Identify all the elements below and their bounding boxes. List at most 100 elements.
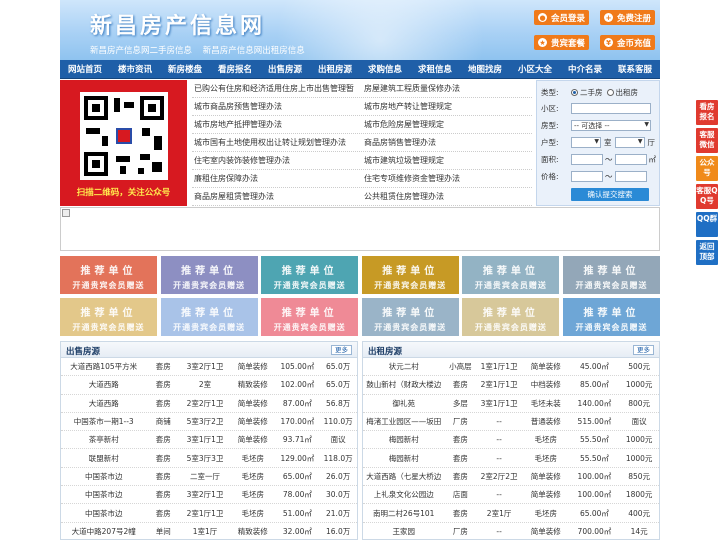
side-button[interactable]: QQ群 (696, 212, 718, 237)
rent-cell[interactable]: 王家园 (363, 526, 444, 537)
regulation-link[interactable]: 住宅室内装饰装修管理办法 (192, 155, 362, 166)
recommend-tile[interactable]: 推荐单位 开通贵宾会员赠送 (361, 298, 459, 336)
nav-for-sale[interactable]: 出售房源 (260, 63, 310, 75)
recommend-tile[interactable]: 推荐单位 开通贵宾会员赠送 (261, 256, 359, 294)
rent-more-button[interactable]: 更多 (633, 345, 654, 355)
rent-cell[interactable]: 上礼泉文化公园边 (363, 489, 444, 500)
login-button[interactable]: ● 会员登录 (534, 10, 589, 25)
rent-listing-row[interactable]: 大道西路（七星大桥边 套房 2室2厅2卫 简单装修 100.00㎡ 850元 (363, 468, 659, 487)
recommend-tile[interactable]: 推荐单位 开通贵宾会员赠送 (563, 256, 660, 294)
sale-cell[interactable]: 大道西路 (61, 379, 146, 390)
register-button[interactable]: + 免费注册 (600, 10, 655, 25)
rent-listing-row[interactable]: 鼓山新村（财政大楼边 套房 2室1厅1卫 中档装修 85.00㎡ 1000元 (363, 376, 659, 395)
rent-listing-row[interactable]: 御礼苑 多层 3室1厅1卫 毛坯未装 140.00㎡ 800元 (363, 395, 659, 413)
rent-listing-row[interactable]: 梅渚工业园区——坂田 厂房 -- 普通装修 515.00㎡ 面议 (363, 413, 659, 432)
sale-listing-row[interactable]: 中国茶市边 套房 3室2厅1卫 毛坯房 78.00㎡ 30.0万 (61, 486, 357, 505)
nav-viewing-signup[interactable]: 看房报名 (210, 63, 260, 75)
regulation-link[interactable]: 城市国有土地使用权出让转让规划管理办法 (192, 137, 362, 148)
ad-banner[interactable] (60, 207, 660, 251)
sale-listing-row[interactable]: 大道西路 套房 2室2厅1卫 简单装修 87.00㎡ 56.8万 (61, 395, 357, 413)
recommend-tile[interactable]: 推荐单位 开通贵宾会员赠送 (361, 256, 459, 294)
nav-contact[interactable]: 联系客服 (610, 63, 660, 75)
side-button[interactable]: 返回顶部 (696, 240, 718, 265)
sale-cell[interactable]: 中国茶市边 (61, 471, 146, 482)
recommend-tile[interactable]: 推荐单位 开通贵宾会员赠送 (60, 298, 157, 336)
regulation-link[interactable]: 商品房屋租赁管理办法 (192, 191, 362, 202)
nav-new-homes[interactable]: 新房楼盘 (160, 63, 210, 75)
rent-cell[interactable]: 状元二村 (363, 361, 444, 372)
recommend-tile[interactable]: 推荐单位 开通贵宾会员赠送 (60, 256, 157, 294)
header-link-rent[interactable]: 新昌房产信息网出租房信息 (203, 46, 305, 56)
sale-cell[interactable]: 茶亭新村 (61, 434, 146, 445)
nav-agents[interactable]: 中介名录 (560, 63, 610, 75)
sale-cell[interactable]: 中国茶市一期1--3 (61, 416, 146, 427)
regulation-link[interactable]: 公共租赁住房管理办法 (362, 191, 532, 202)
area-min-input[interactable] (571, 153, 603, 165)
sale-cell[interactable]: 大道西路105平方米 (61, 361, 146, 372)
regulation-link[interactable]: 城市房地产抵押管理办法 (192, 119, 362, 130)
rent-listing-row[interactable]: 王家园 厂房 -- 简单装修 700.00㎡ 14元 (363, 523, 659, 539)
search-submit-button[interactable]: 确认提交搜索 (571, 188, 649, 201)
regulation-link[interactable]: 已购公有住房和经济适用住房上市出售管理暂 (192, 83, 362, 94)
rent-listing-row[interactable]: 上礼泉文化公园边 店面 -- 简单装修 100.00㎡ 1800元 (363, 486, 659, 505)
radio-rental[interactable]: 出租房 (606, 87, 638, 98)
recommend-tile[interactable]: 推荐单位 开通贵宾会员赠送 (462, 298, 560, 336)
nav-news[interactable]: 楼市资讯 (110, 63, 160, 75)
rent-listing-row[interactable]: 状元二村 小高层 1室1厅1卫 简单装修 45.00㎡ 500元 (363, 358, 659, 377)
sale-listing-row[interactable]: 中国茶市边 套房 2室1厅1卫 毛坯房 51.00㎡ 21.0万 (61, 504, 357, 523)
regulation-link[interactable]: 城市房地产转让管理规定 (362, 101, 532, 112)
regulation-link[interactable]: 廉租住房保障办法 (192, 173, 362, 184)
rent-listing-row[interactable]: 梅园新村 套房 -- 毛坯房 55.50㎡ 1000元 (363, 449, 659, 468)
rent-cell[interactable]: 鼓山新村（财政大楼边 (363, 379, 444, 390)
recommend-tile[interactable]: 推荐单位 开通贵宾会员赠送 (261, 298, 359, 336)
rent-cell[interactable]: 梅渚工业园区——坂田 (363, 416, 444, 427)
sale-cell[interactable]: 大道西路 (61, 398, 146, 409)
nav-home[interactable]: 网站首页 (60, 63, 110, 75)
rent-listing-row[interactable]: 梅园新村 套房 -- 毛坯房 55.50㎡ 1000元 (363, 431, 659, 450)
nav-communities[interactable]: 小区大全 (510, 63, 560, 75)
regulation-link[interactable]: 城市危险房屋管理规定 (362, 119, 532, 130)
nav-want-rent[interactable]: 求租信息 (410, 63, 460, 75)
recommend-tile[interactable]: 推荐单位 开通贵宾会员赠送 (160, 298, 258, 336)
side-button[interactable]: 看房报名 (696, 100, 718, 125)
sale-listing-row[interactable]: 大道中路207号2幢 单间 1室1厅 精致装修 32.00㎡ 16.0万 (61, 523, 357, 539)
header-link-sale[interactable]: 新昌房产信息网二手房信息 (90, 46, 192, 56)
site-title[interactable]: 新昌房产信息网 (90, 8, 265, 40)
radio-second-hand[interactable]: 二手房 (571, 87, 603, 98)
sale-more-button[interactable]: 更多 (331, 345, 352, 355)
hall-select[interactable]: ▼ (614, 136, 645, 148)
sale-cell[interactable]: 中国茶市边 (61, 489, 146, 500)
coin-recharge-button[interactable]: ¥ 金币充值 (600, 35, 655, 50)
rent-cell[interactable]: 梅园新村 (363, 453, 444, 464)
nav-want-buy[interactable]: 求购信息 (360, 63, 410, 75)
sale-listing-row[interactable]: 大道西路 套房 2室 精致装修 102.00㎡ 65.0万 (61, 376, 357, 395)
sale-listing-row[interactable]: 中国茶市边 套房 二室一厅 毛坯房 65.00㎡ 26.0万 (61, 468, 357, 487)
sale-listing-row[interactable]: 联盟新村 套房 5室3厅3卫 毛坯房 129.00㎡ 118.0万 (61, 449, 357, 468)
price-max-input[interactable] (614, 170, 647, 182)
recommend-tile[interactable]: 推荐单位 开通贵宾会员赠送 (160, 256, 258, 294)
side-button[interactable]: 公众号 (696, 156, 718, 181)
rent-listing-row[interactable]: 南明二村26号101 套房 2室1厅 毛坯房 65.00㎡ 400元 (363, 504, 659, 523)
regulation-link[interactable]: 城市商品房预售管理办法 (192, 101, 362, 112)
price-min-input[interactable] (571, 170, 603, 182)
sale-listing-row[interactable]: 大道西路105平方米 套房 3室2厅1卫 简单装修 105.00㎡ 65.0万 (61, 358, 357, 377)
sale-cell[interactable]: 中国茶市边 (61, 508, 146, 519)
regulation-link[interactable]: 城市建筑垃圾管理规定 (362, 155, 532, 166)
rent-cell[interactable]: 南明二村26号101 (363, 508, 444, 519)
house-type-select[interactable]: -- 可选择 -- ▼ (571, 119, 651, 131)
regulation-link[interactable]: 住宅专项维修资金管理办法 (362, 173, 532, 184)
room-select[interactable]: ▼ (571, 136, 601, 148)
rent-cell[interactable]: 梅园新村 (363, 434, 444, 445)
side-button[interactable]: 客服微信 (696, 128, 718, 153)
sale-listing-row[interactable]: 茶亭新村 套房 3室1厅1卫 简单装修 93.71㎡ 面议 (61, 431, 357, 450)
nav-map-search[interactable]: 地图找房 (460, 63, 510, 75)
rent-cell[interactable]: 大道西路（七星大桥边 (363, 471, 444, 482)
rent-cell[interactable]: 御礼苑 (363, 398, 444, 409)
side-button[interactable]: 客服QQ号 (696, 184, 718, 209)
community-input[interactable] (571, 102, 651, 114)
area-max-input[interactable] (614, 153, 647, 165)
recommend-tile[interactable]: 推荐单位 开通贵宾会员赠送 (563, 298, 660, 336)
nav-for-rent[interactable]: 出租房源 (310, 63, 360, 75)
sale-listing-row[interactable]: 中国茶市一期1--3 商铺 5室3厅2卫 简单装修 170.00㎡ 110.0万 (61, 413, 357, 432)
regulation-link[interactable]: 商品房销售管理办法 (362, 137, 532, 148)
